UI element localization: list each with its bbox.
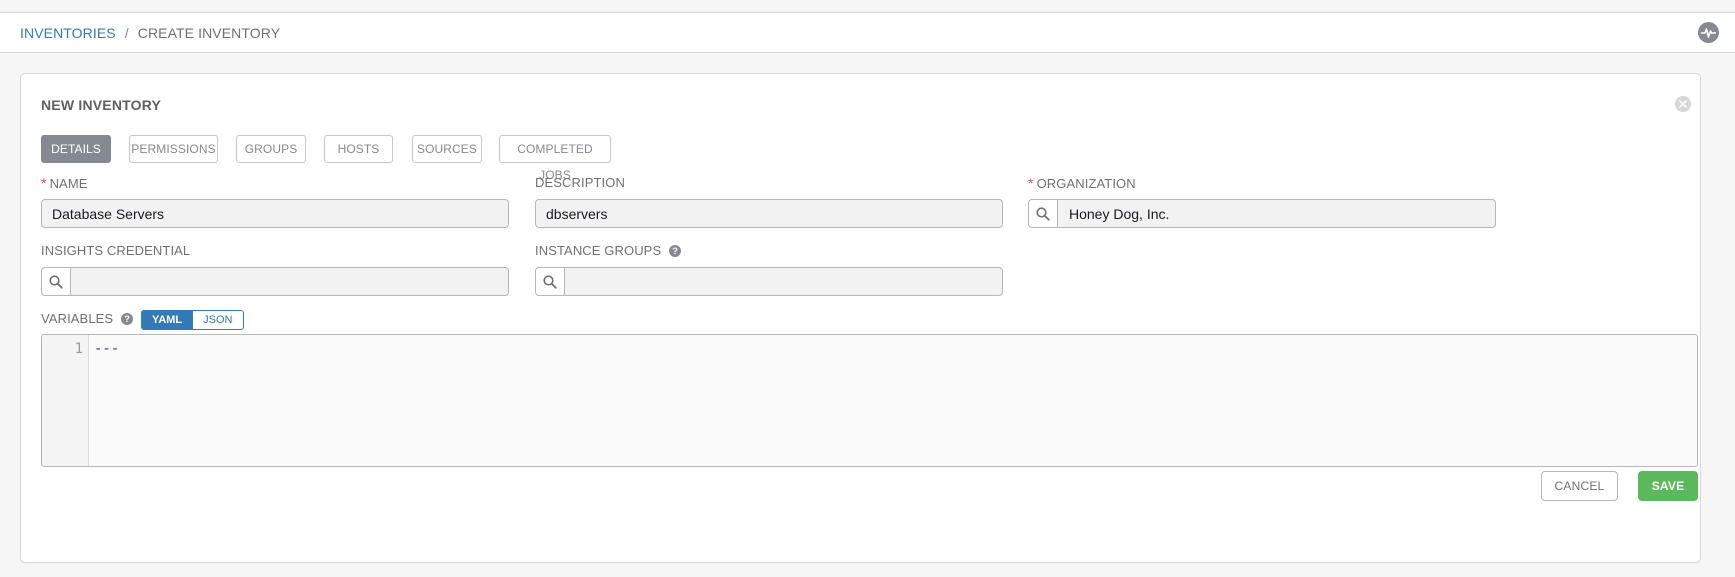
tab-hosts[interactable]: HOSTS — [324, 135, 393, 163]
help-icon[interactable]: ? — [121, 313, 134, 325]
instance-groups-label-text: INSTANCE GROUPS — [535, 243, 662, 258]
panel-title: NEW INVENTORY — [41, 97, 162, 113]
search-icon — [1036, 206, 1050, 221]
instance-groups-label: INSTANCE GROUPS? — [535, 243, 682, 258]
breadcrumb: INVENTORIES / CREATE INVENTORY — [20, 25, 280, 41]
tab-permissions[interactable]: PERMISSIONS — [129, 135, 218, 163]
instance-groups-lookup — [535, 267, 1003, 296]
organization-search-button[interactable] — [1028, 199, 1057, 228]
editor-gutter: 1 — [42, 335, 89, 466]
name-label: * NAME — [41, 175, 88, 191]
breadcrumb-separator: / — [124, 25, 129, 41]
insights-credential-label: INSIGHTS CREDENTIAL — [41, 243, 191, 258]
required-marker: * — [1028, 175, 1034, 191]
close-icon[interactable] — [1675, 96, 1691, 112]
variables-code-editor[interactable]: 1 --- — [41, 334, 1698, 467]
activity-stream-icon[interactable] — [1698, 22, 1719, 43]
organization-label-text: ORGANIZATION — [1036, 176, 1136, 191]
search-icon — [49, 274, 63, 289]
name-label-text: NAME — [49, 176, 88, 191]
tab-details[interactable]: DETAILS — [41, 135, 111, 163]
new-inventory-panel: NEW INVENTORY DETAILS PERMISSIONS GROUPS… — [20, 73, 1701, 563]
instance-groups-search-button[interactable] — [535, 267, 564, 296]
breadcrumb-inventories-link[interactable]: INVENTORIES — [20, 25, 116, 41]
variables-format-toggle: YAML JSON — [141, 310, 244, 330]
save-button[interactable]: SAVE — [1638, 471, 1698, 501]
variables-label-text: VARIABLES — [41, 311, 114, 326]
tab-completed-jobs[interactable]: COMPLETED JOBS — [499, 135, 611, 182]
x-icon — [1679, 100, 1687, 108]
breadcrumb-current: CREATE INVENTORY — [137, 25, 281, 41]
description-label: DESCRIPTION — [535, 175, 625, 190]
description-input[interactable] — [535, 199, 1003, 228]
name-input[interactable] — [41, 199, 509, 228]
instance-groups-input[interactable] — [564, 267, 1003, 296]
organization-input[interactable] — [1057, 199, 1496, 228]
top-bar: INVENTORIES / CREATE INVENTORY — [0, 12, 1735, 53]
help-icon[interactable]: ? — [669, 245, 682, 257]
yaml-toggle-button[interactable]: YAML — [141, 310, 194, 330]
pulse-icon — [1701, 28, 1716, 38]
organization-label: * ORGANIZATION — [1028, 175, 1136, 191]
line-number: 1 — [74, 341, 83, 357]
tab-groups[interactable]: GROUPS — [236, 135, 306, 163]
search-icon — [543, 274, 557, 289]
organization-lookup — [1028, 199, 1496, 228]
json-toggle-button[interactable]: JSON — [193, 310, 244, 330]
variables-label: VARIABLES? — [41, 311, 134, 326]
cancel-button[interactable]: CANCEL — [1541, 471, 1618, 501]
tab-sources[interactable]: SOURCES — [412, 135, 482, 163]
insights-credential-lookup — [41, 267, 509, 296]
required-marker: * — [41, 175, 47, 191]
editor-content[interactable]: --- — [94, 341, 119, 357]
insights-credential-input[interactable] — [70, 267, 509, 296]
insights-credential-search-button[interactable] — [41, 267, 70, 296]
